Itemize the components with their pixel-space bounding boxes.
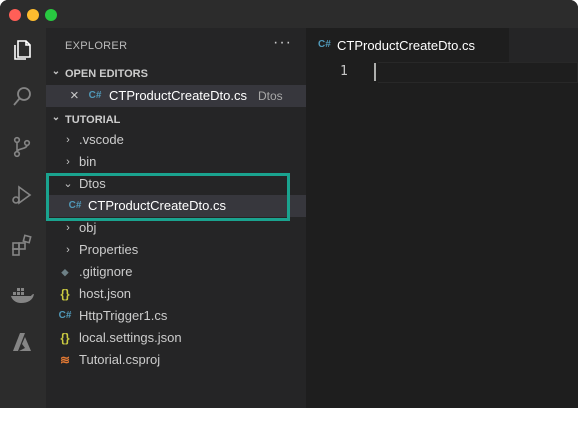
zoom-window-button[interactable]	[45, 9, 57, 21]
chevron-right-icon: ›	[66, 222, 70, 234]
tree-item-label: obj	[79, 220, 97, 235]
torn-edge	[0, 408, 582, 433]
json-icon: {}	[60, 331, 70, 345]
tree-item-label: CTProductCreateDto.cs	[88, 198, 226, 213]
line-number: 1	[340, 64, 348, 79]
tree-item-gitignore[interactable]: ◆ .gitignore	[46, 261, 306, 283]
search-icon[interactable]	[8, 83, 36, 111]
current-line-highlight	[378, 62, 578, 83]
csharp-icon: C#	[58, 310, 72, 321]
chevron-right-icon: ›	[66, 156, 70, 168]
explorer-sidebar: EXPLORER ··· ⌄ OPEN EDITORS × C# CTProdu…	[46, 28, 306, 412]
title-bar	[0, 0, 578, 28]
tree-item-label: Properties	[79, 242, 139, 257]
open-editors-title: OPEN EDITORS	[65, 68, 148, 80]
tab-ctproductcreatedto[interactable]: C# CTProductCreateDto.cs	[306, 28, 509, 64]
chevron-down-icon: ⌄	[51, 66, 61, 77]
tree-item-label: HttpTrigger1.cs	[79, 308, 168, 323]
tree-item-label: bin	[79, 154, 97, 169]
chevron-right-icon: ›	[66, 134, 70, 146]
tree-item-httptrigger[interactable]: C# HttpTrigger1.cs	[46, 305, 306, 327]
tree-item-ctproductcreatedto[interactable]: C# CTProductCreateDto.cs	[46, 195, 306, 217]
tree-item-label: Dtos	[79, 176, 106, 191]
source-control-icon[interactable]	[8, 133, 36, 161]
rss-icon: ≋	[59, 353, 71, 367]
tutorial-title: TUTORIAL	[65, 114, 121, 126]
open-editor-folder: Dtos	[258, 89, 283, 103]
open-editors-section[interactable]: ⌄ OPEN EDITORS	[46, 66, 306, 86]
csharp-icon: C#	[68, 200, 82, 211]
editor-area: C# CTProductCreateDto.cs 1	[306, 28, 578, 412]
activity-bar	[0, 28, 46, 412]
csharp-icon: C#	[318, 39, 331, 50]
tree-item-vscode[interactable]: › .vscode	[46, 129, 306, 151]
explorer-title: EXPLORER	[65, 40, 128, 52]
csharp-icon: C#	[88, 90, 102, 101]
close-icon[interactable]: ×	[70, 85, 79, 107]
tab-label: CTProductCreateDto.cs	[337, 38, 475, 53]
tree-item-local-settings[interactable]: {} local.settings.json	[46, 327, 306, 349]
tree-item-dtos[interactable]: ⌄ Dtos	[46, 173, 306, 195]
vscode-window: EXPLORER ··· ⌄ OPEN EDITORS × C# CTProdu…	[0, 0, 578, 412]
tree-item-host-json[interactable]: {} host.json	[46, 283, 306, 305]
run-debug-icon[interactable]	[8, 181, 36, 209]
open-editor-filename: CTProductCreateDto.cs	[109, 88, 247, 103]
close-window-button[interactable]	[9, 9, 21, 21]
azure-icon[interactable]	[8, 328, 36, 356]
tree-item-obj[interactable]: › obj	[46, 217, 306, 239]
chevron-right-icon: ›	[66, 244, 70, 256]
tree-item-label: local.settings.json	[79, 330, 182, 345]
chevron-down-icon: ⌄	[63, 178, 73, 190]
gitignore-icon: ◆	[61, 267, 69, 277]
tree-item-label: Tutorial.csproj	[79, 352, 161, 367]
tree-item-properties[interactable]: › Properties	[46, 239, 306, 261]
explorer-icon[interactable]	[8, 36, 36, 64]
extensions-icon[interactable]	[8, 231, 36, 259]
json-icon: {}	[60, 287, 70, 301]
tree-item-label: host.json	[79, 286, 132, 301]
tree-item-bin[interactable]: › bin	[46, 151, 306, 173]
tree-item-csproj[interactable]: ≋ Tutorial.csproj	[46, 349, 306, 371]
more-actions-button[interactable]: ···	[273, 34, 292, 52]
text-cursor[interactable]	[374, 63, 376, 81]
tab-bar: C# CTProductCreateDto.cs	[306, 28, 578, 64]
minimize-window-button[interactable]	[27, 9, 39, 21]
chevron-down-icon: ⌄	[51, 112, 61, 123]
tree-item-label: .gitignore	[79, 264, 133, 279]
docker-icon[interactable]	[8, 280, 36, 308]
open-editor-item[interactable]: × C# CTProductCreateDto.cs Dtos	[46, 85, 306, 107]
tree-item-label: .vscode	[79, 132, 124, 147]
